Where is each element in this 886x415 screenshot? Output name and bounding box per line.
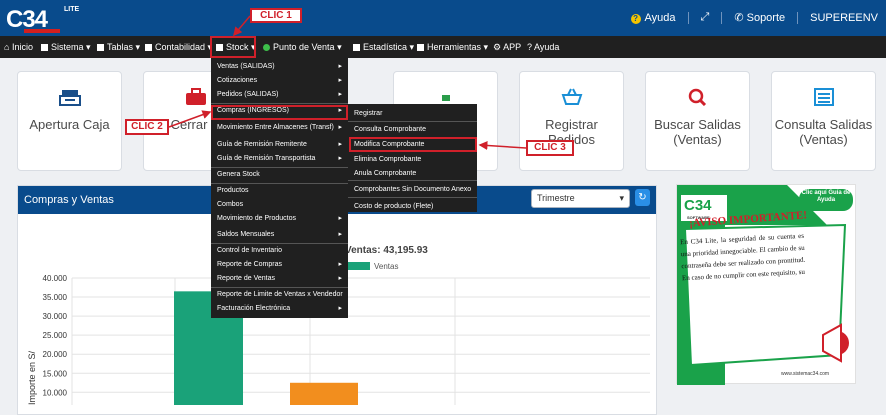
menu-divider	[211, 103, 348, 104]
stock-menu-item[interactable]: Pedidos (SALIDAS) ▸	[211, 88, 348, 102]
stock-menu-item[interactable]: Genera Stock	[211, 168, 348, 182]
compras-highlight	[211, 105, 348, 120]
stock-menu-item[interactable]: Saldos Mensuales ▸	[211, 228, 348, 242]
menu-item-label: Combos	[217, 201, 244, 208]
menu-divider	[211, 287, 348, 288]
callout-clic-3: CLIC 3	[526, 140, 574, 156]
stock-menu-item[interactable]: Facturación Electrónica ▸	[211, 302, 348, 316]
y-tick-label: 25.000	[43, 331, 68, 340]
menu-item-label: Genera Stock	[217, 171, 260, 178]
chart-subtitle: Ventas: 43,195.93	[345, 245, 428, 256]
menu-divider	[211, 243, 348, 244]
chevron-right-icon: ▸	[338, 275, 342, 282]
menu-divider	[348, 180, 477, 181]
stock-menu-item[interactable]: Reporte de Limite de Ventas x Vendedor	[211, 288, 348, 302]
menu-item-label: Ventas (SALIDAS)	[217, 63, 275, 70]
menu-item-label: Guía de Remisión Remitente	[217, 141, 307, 148]
chevron-right-icon: ▸	[338, 77, 342, 84]
stock-menu-item[interactable]: Ventas (SALIDAS) ▸	[211, 60, 348, 74]
menu-item-label: Control de Inventario	[217, 247, 282, 254]
chevron-right-icon: ▸	[338, 124, 342, 131]
stock-menu-item[interactable]: Movimiento de Productos ▸	[211, 212, 348, 226]
menu-item-label: Productos	[217, 187, 249, 194]
compras-menu-item[interactable]: Consulta Comprobante	[348, 123, 477, 137]
menu-divider	[348, 121, 477, 122]
menu-item-label: Reporte de Limite de Ventas x Vendedor	[217, 291, 343, 298]
y-axis-label: Importe en S/	[27, 350, 37, 405]
promo-body: En C34 Lite, la seguridad de su cuenta e…	[679, 231, 806, 283]
callout-clic-2: CLIC 2	[125, 119, 169, 135]
compras-menu-item[interactable]: Comprobantes Sin Documento Anexo	[348, 183, 477, 197]
chevron-right-icon: ▸	[338, 305, 342, 312]
legend-label[interactable]: Ventas	[374, 262, 398, 271]
stock-menu-item[interactable]: Reporte de Compras ▸	[211, 258, 348, 272]
chevron-right-icon: ▸	[338, 91, 342, 98]
chevron-right-icon: ▸	[338, 231, 342, 238]
menu-divider	[211, 183, 348, 184]
stock-menu-item[interactable]: Cotizaciones ▸	[211, 74, 348, 88]
menu-item-label: Reporte de Compras	[217, 261, 282, 268]
menu-item-label: Saldos Mensuales	[217, 231, 275, 238]
menu-item-label: Guía de Remisión Transportista	[217, 155, 316, 162]
compras-menu-item[interactable]: Elimina Comprobante	[348, 153, 477, 167]
y-tick-label: 15.000	[43, 369, 68, 378]
menu-item-label: Reporte de Ventas	[217, 275, 275, 282]
chevron-right-icon: ▸	[338, 155, 342, 162]
callout-clic-1: CLIC 1	[250, 8, 302, 23]
menu-divider	[211, 167, 348, 168]
y-tick-label: 10.000	[43, 388, 68, 397]
y-tick-label: 35.000	[43, 293, 68, 302]
compras-menu-item[interactable]: Registrar	[348, 107, 477, 121]
stock-menu-item[interactable]: Guía de Remisión Remitente ▸	[211, 138, 348, 152]
chevron-right-icon: ▸	[338, 215, 342, 222]
legend-swatch	[348, 262, 370, 270]
y-tick-label: 40.000	[43, 274, 68, 283]
stock-menu-item[interactable]: Movimiento Entre Almacenes (Transf) ▸	[211, 121, 348, 135]
y-tick-label: 20.000	[43, 350, 68, 359]
promo-website: www.sistemac34.com	[781, 371, 830, 377]
modifica-highlight	[349, 137, 477, 152]
menu-item-label: Pedidos (SALIDAS)	[217, 91, 279, 98]
stock-menu-item[interactable]: Control de Inventario	[211, 244, 348, 258]
y-tick-label: 30.000	[43, 312, 68, 321]
menu-item-label: Cotizaciones	[217, 77, 258, 84]
stock-menu-item[interactable]: Reporte de Ventas ▸	[211, 272, 348, 286]
promo-brand: C34	[684, 197, 712, 214]
help-guide-link[interactable]: Clic aquí Guía de Ayuda	[801, 190, 851, 204]
chevron-right-icon: ▸	[338, 261, 342, 268]
stock-menu: Ventas (SALIDAS) ▸ Cotizaciones ▸ Pedidos (S…	[211, 58, 348, 318]
stock-menu-item[interactable]: Productos	[211, 184, 348, 198]
chevron-right-icon: ▸	[338, 63, 342, 70]
stock-menu-item[interactable]: Combos	[211, 198, 348, 212]
chevron-right-icon: ▸	[338, 141, 342, 148]
menu-item-label: Movimiento Entre Almacenes (Transf)	[217, 124, 334, 131]
compras-menu-item[interactable]: Costo de producto (Flete)	[348, 200, 477, 214]
menu-item-label: Movimiento de Productos	[217, 215, 296, 222]
compras-menu-item[interactable]: Anula Comprobante	[348, 167, 477, 181]
compras-submenu: Registrar Consulta Comprobante Modifica Co…	[348, 104, 477, 212]
menu-item-label: Facturación Electrónica	[217, 305, 291, 312]
bar-series-2[interactable]	[290, 382, 358, 405]
promo-banner[interactable]: C34 SOFTWARE Clic aquí Guía de Ayuda ¡AV…	[676, 184, 856, 385]
menu-divider	[348, 197, 477, 198]
stock-menu-item[interactable]: Guía de Remisión Transportista ▸	[211, 152, 348, 166]
